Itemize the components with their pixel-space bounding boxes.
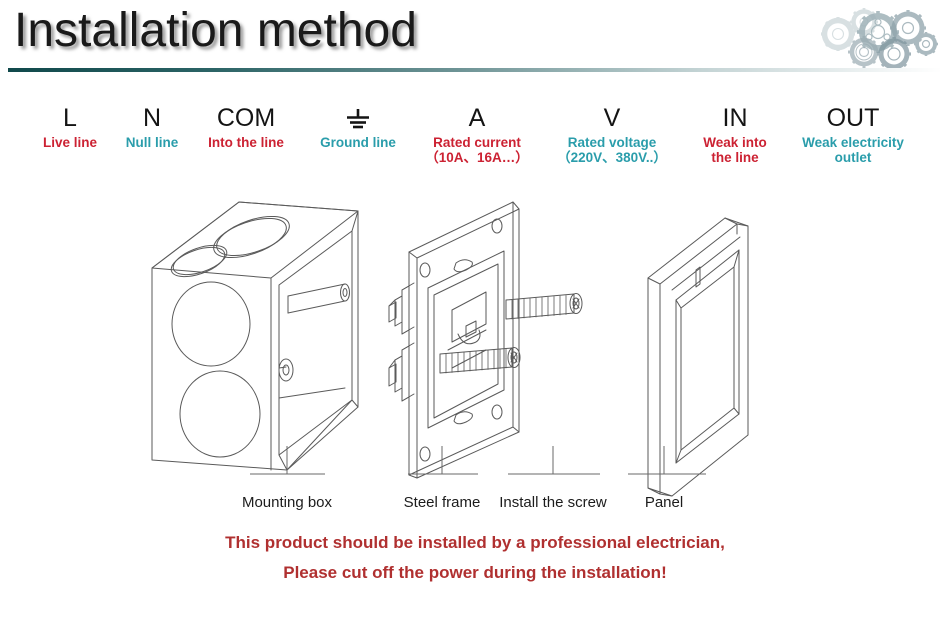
gears-cluster-icon — [816, 0, 942, 71]
caption-mounting-box: Mounting box — [241, 494, 333, 511]
caption-panel: Panel — [644, 494, 684, 511]
legend-label-out: Weak electricity outlet — [802, 135, 904, 165]
title-divider-rule — [8, 68, 942, 72]
safety-warning: This product should be installed by a pr… — [0, 528, 950, 588]
warning-line-1: This product should be installed by a pr… — [225, 533, 725, 552]
legend-symbol-OUT: OUT — [826, 104, 880, 132]
steel-frame-icon — [388, 201, 520, 479]
terminal-legend: L Live line N Null line COM Into the lin… — [0, 104, 950, 182]
slide-header: Installation method — [0, 0, 950, 78]
caption-install-screw: Install the screw — [499, 494, 607, 511]
installation-method-slide: Installation method L Live line N Null l… — [0, 0, 950, 618]
caption-row: Mounting box Steel frame Install the scr… — [0, 446, 950, 522]
page-title: Installation method — [14, 4, 417, 57]
junction-box-icon — [151, 201, 359, 471]
warning-line-2: Please cut off the power during the inst… — [283, 563, 667, 582]
legend-item-out: OUT Weak electricity outlet — [773, 104, 933, 165]
